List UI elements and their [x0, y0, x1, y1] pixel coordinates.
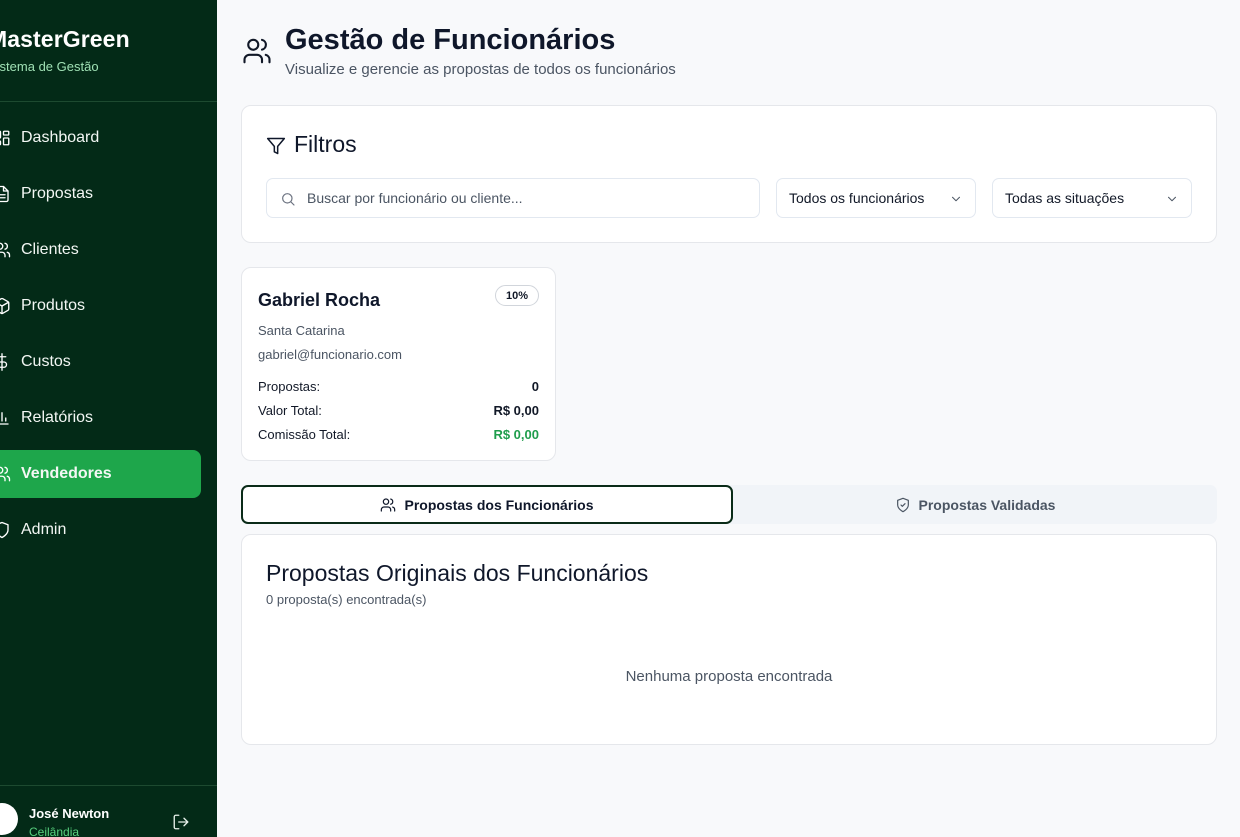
sidebar-item-label: Vendedores: [21, 465, 112, 482]
page-title: Gestão de Funcionários: [285, 24, 616, 56]
proposals-card: Propostas Originais dos Funcionários 0 p…: [241, 534, 1217, 745]
chevron-down-icon: [949, 192, 963, 206]
sidebar-item-produtos[interactable]: Produtos: [0, 282, 201, 330]
empty-state: Nenhuma proposta encontrada: [625, 668, 833, 685]
shield-icon: [0, 521, 11, 539]
sidebar-item-custos[interactable]: Custos: [0, 338, 201, 386]
status-select-value: Todas as situações: [1005, 190, 1125, 206]
sidebar-divider: [0, 101, 217, 102]
users-icon: [0, 241, 11, 259]
sidebar: MasterGreen Sistema de Gestão Dashboard …: [0, 0, 217, 837]
sidebar-item-label: Produtos: [21, 297, 86, 314]
status-select[interactable]: Todas as situações: [992, 178, 1192, 218]
filter-icon: [266, 135, 286, 155]
user-name: José Newton: [29, 806, 110, 821]
filters-card: Filtros Todos os funcionários Todas as s…: [241, 105, 1217, 243]
search-input[interactable]: [307, 179, 747, 217]
employee-email: gabriel@funcionario.com: [258, 347, 402, 362]
stat-label: Valor Total:: [258, 403, 322, 418]
filters-title: Filtros: [294, 131, 357, 157]
stat-label: Propostas:: [258, 379, 321, 394]
package-icon: [0, 297, 11, 315]
users-icon: [242, 36, 272, 66]
chevron-down-icon: [1165, 192, 1179, 206]
avatar: [0, 803, 18, 835]
search-icon: [280, 191, 296, 207]
search-field: [266, 178, 760, 218]
page-subtitle: Visualize e gerencie as propostas de tod…: [285, 61, 676, 78]
filters-heading: Filtros: [266, 131, 357, 158]
proposals-count: 0 proposta(s) encontrada(s): [266, 592, 427, 607]
employee-name: Gabriel Rocha: [258, 290, 381, 310]
stat-value: 0: [531, 379, 539, 394]
stat-value: R$ 0,00: [493, 427, 539, 442]
employee-card[interactable]: Gabriel Rocha 10% Santa Catarina gabriel…: [241, 267, 556, 461]
tab-label: Propostas Validadas: [918, 496, 1056, 513]
stat-label: Comissão Total:: [258, 427, 351, 442]
shield-check-icon: [895, 497, 911, 513]
stat-value: R$ 0,00: [493, 403, 539, 418]
sidebar-item-label: Clientes: [21, 241, 79, 258]
tab-employee-proposals[interactable]: Propostas dos Funcionários: [241, 485, 733, 524]
sidebar-item-vendedores[interactable]: Vendedores: [0, 450, 201, 498]
stat-commission: Comissão Total: R$ 0,00: [258, 427, 539, 442]
user-city: Ceilândia: [29, 825, 80, 837]
bar-chart-icon: [0, 409, 11, 427]
file-icon: [0, 185, 11, 203]
employee-region: Santa Catarina: [258, 323, 345, 338]
sidebar-item-label: Dashboard: [21, 129, 100, 146]
proposals-title: Propostas Originais dos Funcionários: [266, 560, 649, 586]
dashboard-icon: [0, 129, 11, 147]
stat-proposals: Propostas: 0: [258, 379, 539, 394]
employee-select-value: Todos os funcionários: [789, 190, 925, 206]
sidebar-item-propostas[interactable]: Propostas: [0, 170, 201, 218]
stat-total: Valor Total: R$ 0,00: [258, 403, 539, 418]
sidebar-item-admin[interactable]: Admin: [0, 506, 201, 554]
sidebar-footer-divider: [0, 785, 217, 786]
sidebar-item-dashboard[interactable]: Dashboard: [0, 114, 201, 162]
employee-select[interactable]: Todos os funcionários: [776, 178, 976, 218]
brand-subtitle: Sistema de Gestão: [0, 59, 99, 74]
sidebar-item-label: Relatórios: [21, 409, 94, 426]
sidebar-item-label: Admin: [21, 521, 67, 538]
dollar-icon: [0, 353, 11, 371]
tab-validated-proposals[interactable]: Propostas Validadas: [733, 485, 1217, 524]
sidebar-nav: Dashboard Propostas Clientes Produtos Cu…: [0, 114, 217, 562]
sidebar-item-label: Custos: [21, 353, 71, 370]
sidebar-item-label: Propostas: [21, 185, 94, 202]
tab-label: Propostas dos Funcionários: [404, 496, 594, 513]
brand: MasterGreen Sistema de Gestão: [0, 26, 130, 74]
commission-badge: 10%: [495, 285, 539, 306]
users-icon: [0, 465, 11, 483]
sidebar-item-clientes[interactable]: Clientes: [0, 226, 201, 274]
tabs: Propostas dos Funcionários Propostas Val…: [241, 485, 1217, 524]
logout-icon[interactable]: [172, 813, 190, 831]
users-icon: [380, 497, 396, 513]
sidebar-item-relatorios[interactable]: Relatórios: [0, 394, 201, 442]
brand-name: MasterGreen: [0, 26, 130, 52]
